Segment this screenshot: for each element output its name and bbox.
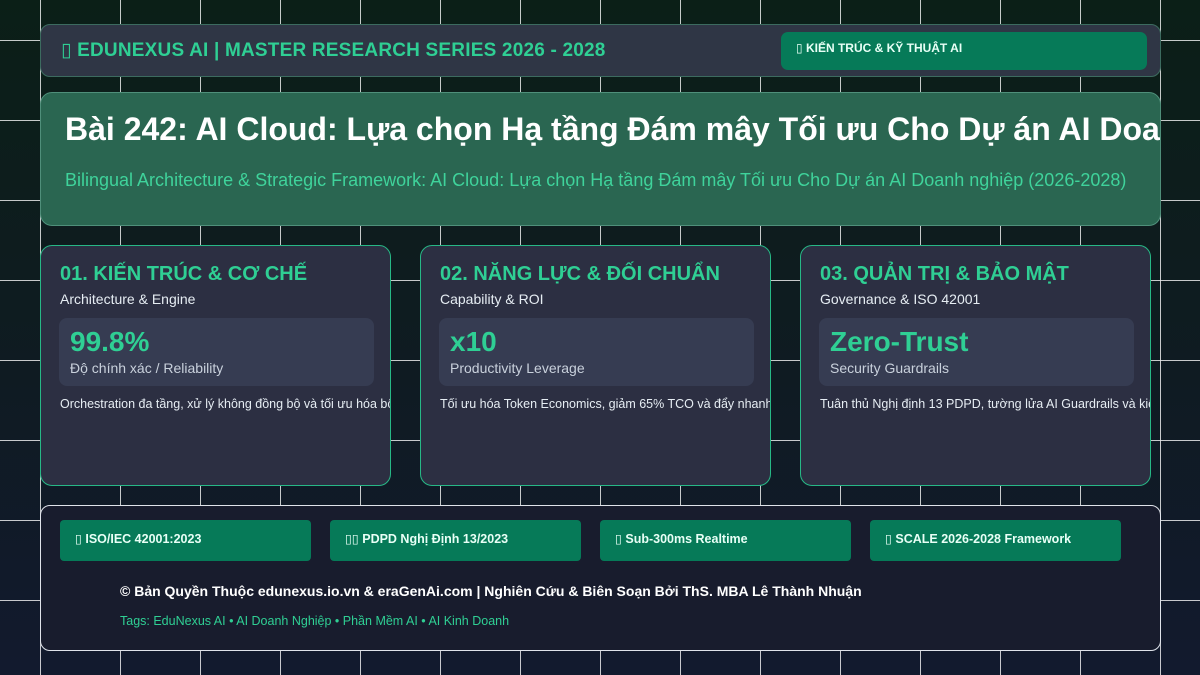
card-title: 02. NĂNG LỰC & ĐỐI CHUẨN — [440, 263, 720, 285]
hero-banner: Bài 242: AI Cloud: Lựa chọn Hạ tầng Đám … — [40, 92, 1161, 226]
stat-value: x10 — [450, 326, 497, 357]
card-title: 01. KIẾN TRÚC & CƠ CHẾ — [60, 263, 308, 285]
stat-value: Zero-Trust — [830, 326, 969, 357]
chip-pdpd[interactable]: ▯▯ PDPD Nghị Định 13/2023 — [330, 520, 581, 561]
stat-value: 99.8% — [70, 326, 150, 357]
stat-label: Security Guardrails — [830, 360, 950, 376]
card-description: Orchestration đa tầng, xử lý không đồng … — [60, 397, 391, 411]
stat-label: Productivity Leverage — [450, 360, 585, 376]
card-description: Tuân thủ Nghị định 13 PDPD, tường lửa AI… — [820, 397, 1150, 411]
card-governance: 03. QUẢN TRỊ & BẢO MẬT Governance & ISO … — [800, 245, 1151, 486]
stat-box: x10 Productivity Leverage — [439, 318, 754, 386]
card-architecture: 01. KIẾN TRÚC & CƠ CHẾ Architecture & En… — [40, 245, 391, 486]
card-subtitle: Governance & ISO 42001 — [820, 291, 981, 307]
footer: ▯ ISO/IEC 42001:2023 ▯▯ PDPD Nghị Định 1… — [40, 505, 1161, 651]
card-subtitle: Capability & ROI — [440, 291, 544, 307]
copyright-text: © Bản Quyền Thuộc edunexus.io.vn & eraGe… — [120, 583, 862, 599]
chip-realtime[interactable]: ▯ Sub-300ms Realtime — [600, 520, 851, 561]
stat-box: 99.8% Độ chính xác / Reliability — [59, 318, 374, 386]
card-description: Tối ưu hóa Token Economics, giảm 65% TCO… — [440, 397, 771, 411]
category-badge[interactable]: ▯ KIẾN TRÚC & KỸ THUẬT AI — [781, 32, 1147, 70]
chip-scale[interactable]: ▯ SCALE 2026-2028 Framework — [870, 520, 1121, 561]
stat-label: Độ chính xác / Reliability — [70, 360, 224, 376]
page-title: Bài 242: AI Cloud: Lựa chọn Hạ tầng Đám … — [65, 111, 1160, 147]
brand-title: ▯ EDUNEXUS AI | MASTER RESEARCH SERIES 2… — [61, 40, 606, 61]
top-bar: ▯ EDUNEXUS AI | MASTER RESEARCH SERIES 2… — [40, 24, 1161, 77]
card-title: 03. QUẢN TRỊ & BẢO MẬT — [820, 263, 1069, 285]
stat-box: Zero-Trust Security Guardrails — [819, 318, 1134, 386]
chip-iso[interactable]: ▯ ISO/IEC 42001:2023 — [60, 520, 311, 561]
tags-line: Tags: EduNexus AI • AI Doanh Nghiệp • Ph… — [120, 614, 510, 628]
card-subtitle: Architecture & Engine — [60, 291, 196, 307]
page-subtitle: Bilingual Architecture & Strategic Frame… — [65, 170, 1127, 190]
card-capability: 02. NĂNG LỰC & ĐỐI CHUẨN Capability & RO… — [420, 245, 771, 486]
